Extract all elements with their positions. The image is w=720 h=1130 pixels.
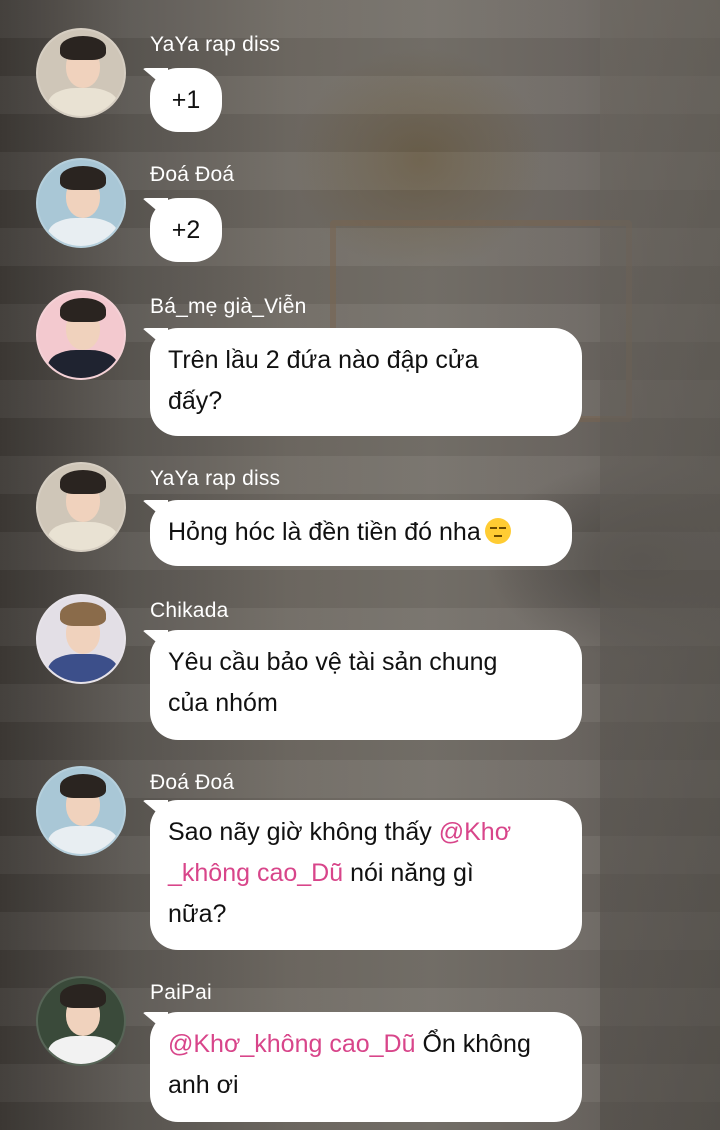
sender-name[interactable]: Đoá Đoá	[150, 771, 234, 795]
sender-name[interactable]: Đoá Đoá	[150, 163, 234, 187]
avatar[interactable]	[36, 766, 126, 856]
sender-name[interactable]: Bá_mẹ già_Viễn	[150, 295, 307, 319]
message-line: _không cao_Dũ nói năng gì	[168, 853, 564, 894]
unamused-face-icon	[484, 518, 511, 544]
message-text: anh ơi	[168, 1071, 239, 1099]
avatar[interactable]	[36, 462, 126, 552]
sender-name[interactable]: PaiPai	[150, 981, 212, 1005]
avatar[interactable]	[36, 976, 126, 1066]
message-text: Hỏng hóc là đền tiền đó nha	[168, 518, 481, 546]
avatar[interactable]	[36, 158, 126, 248]
message-line: @Khơ_không cao_Dũ Ổn không	[168, 1024, 564, 1065]
message-bubble[interactable]: Trên lầu 2 đứa nào đập cửa đấy?	[150, 328, 582, 436]
message-text: đấy?	[168, 387, 223, 415]
sender-name[interactable]: YaYa rap diss	[150, 33, 280, 57]
sender-name[interactable]: YaYa rap diss	[150, 467, 280, 491]
message-text: +1	[171, 86, 201, 114]
message-line: Sao nãy giờ không thấy @Khơ	[168, 812, 564, 853]
message-text: Sao nãy giờ không thấy	[168, 818, 439, 846]
message-text: nói năng gì	[343, 859, 474, 887]
message-bubble[interactable]: Hỏng hóc là đền tiền đó nha	[150, 500, 572, 566]
message-bubble[interactable]: Yêu cầu bảo vệ tài sản chung của nhóm	[150, 630, 582, 740]
avatar[interactable]	[36, 28, 126, 118]
message-text: Ổn không	[415, 1030, 531, 1058]
user-mention[interactable]: _không cao_Dũ	[168, 859, 343, 887]
user-mention[interactable]: @Khơ	[439, 818, 511, 846]
message-text: Trên lầu 2 đứa nào đập cửa	[168, 346, 479, 374]
message-text: Yêu cầu bảo vệ tài sản chung	[168, 648, 498, 676]
message-bubble[interactable]: Sao nãy giờ không thấy @Khơ _không cao_D…	[150, 800, 582, 950]
avatar[interactable]	[36, 290, 126, 380]
chat-thread[interactable]: YaYa rap diss +1 Đoá Đoá +2 Bá_mẹ già_Vi…	[0, 0, 720, 1130]
message-bubble[interactable]: +2	[150, 198, 222, 262]
message-bubble[interactable]: @Khơ_không cao_Dũ Ổn không anh ơi	[150, 1012, 582, 1122]
message-text: nữa?	[168, 900, 227, 928]
message-bubble[interactable]: +1	[150, 68, 222, 132]
message-text: +2	[171, 216, 201, 244]
user-mention[interactable]: @Khơ_không cao_Dũ	[168, 1030, 416, 1058]
avatar[interactable]	[36, 594, 126, 684]
message-text: của nhóm	[168, 689, 278, 717]
sender-name[interactable]: Chikada	[150, 599, 228, 623]
